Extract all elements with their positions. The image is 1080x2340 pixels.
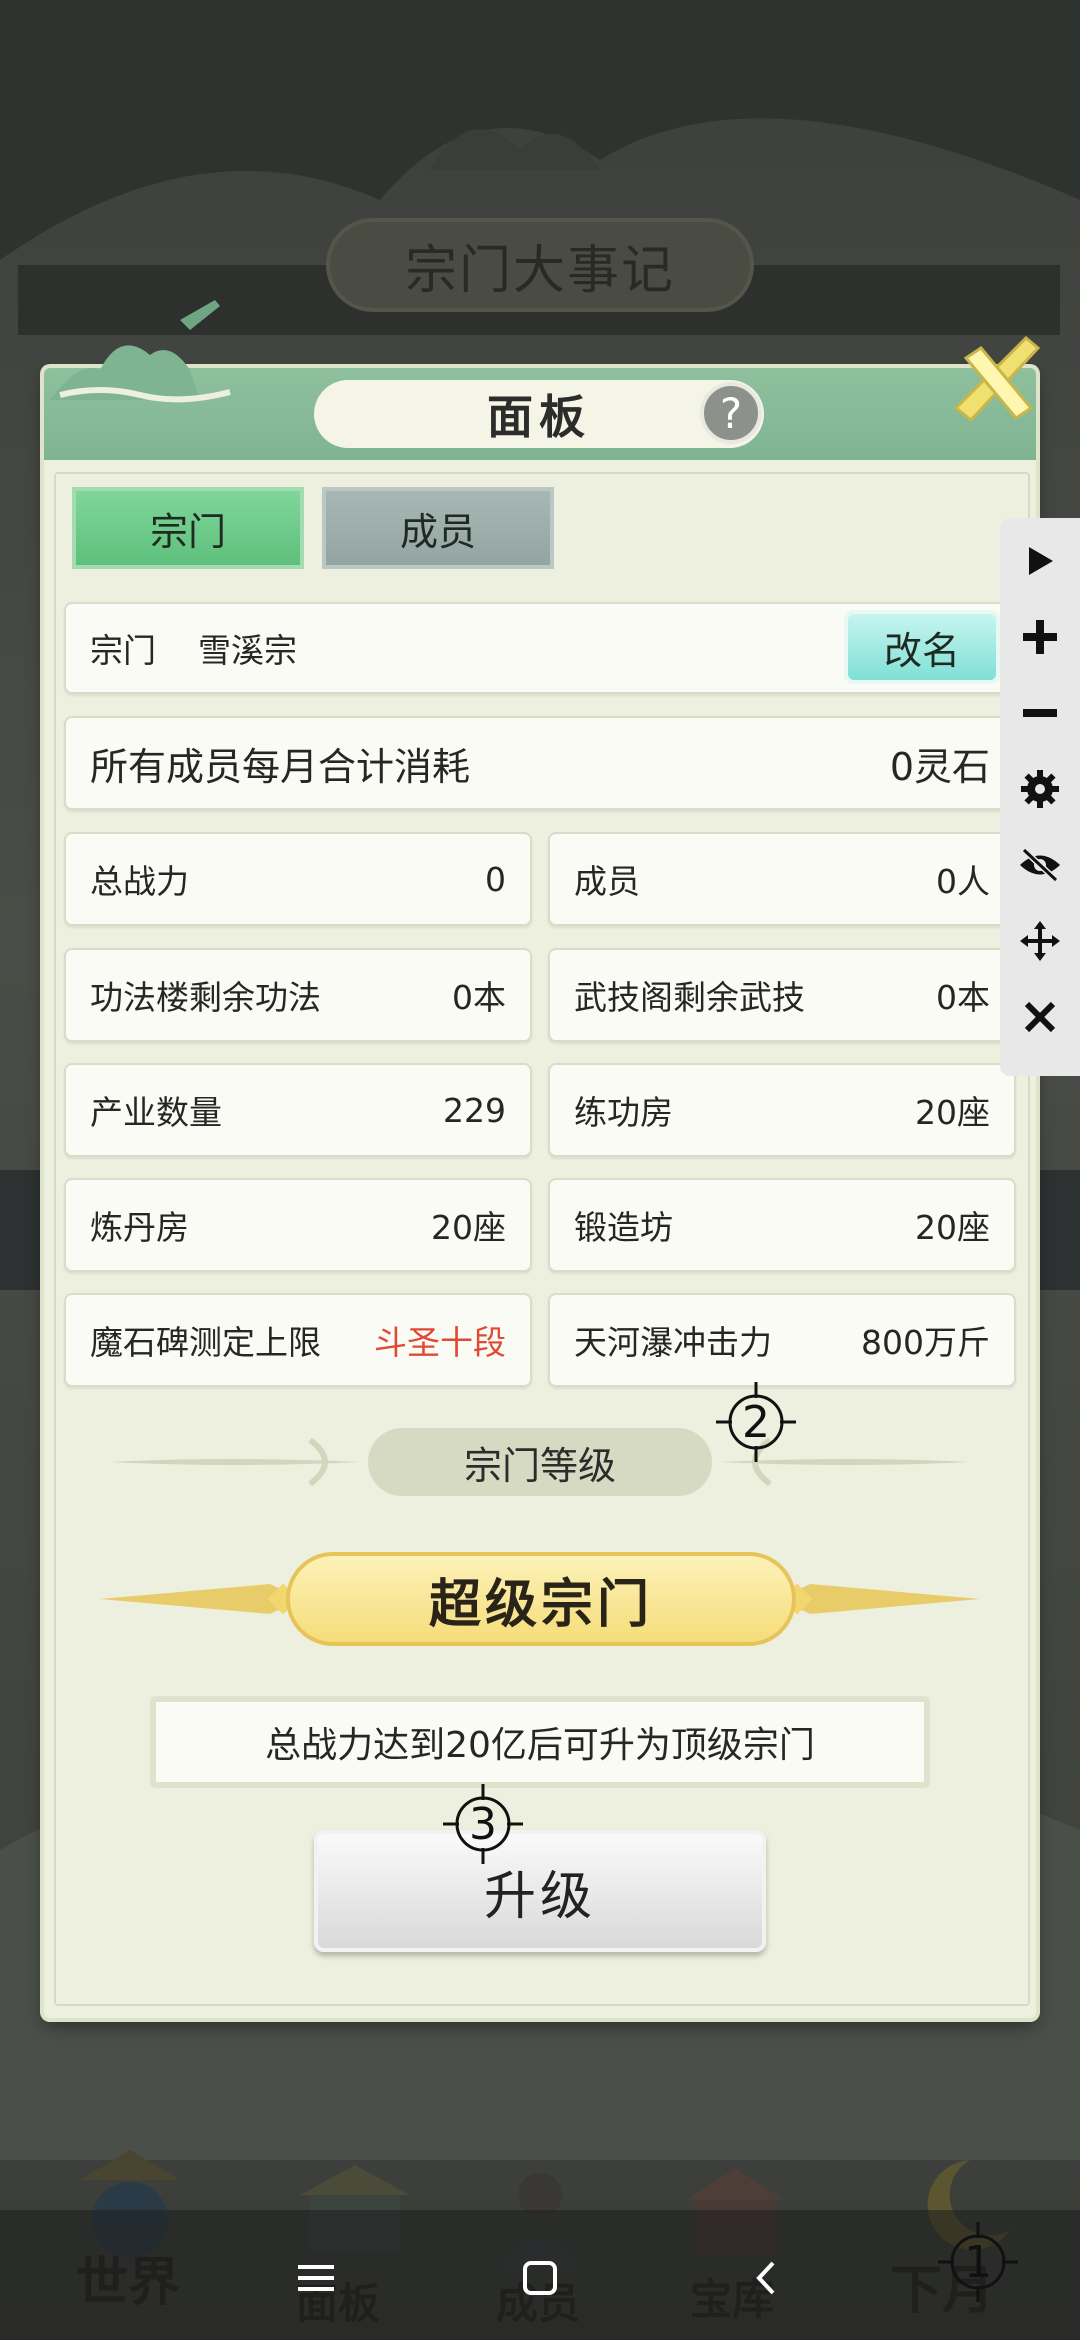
- stat-alchemy-room: 炼丹房 20座: [64, 1178, 532, 1272]
- marker-number: 3: [469, 1798, 497, 1850]
- stat-waterfall-force: 天河瀑冲击力 800万斤: [548, 1293, 1016, 1387]
- play-icon[interactable]: [1000, 526, 1080, 596]
- gear-icon[interactable]: [1000, 754, 1080, 824]
- monthly-cost-row: 所有成员每月合计消耗 0灵石: [64, 716, 1016, 810]
- stat-label: 锻造坊: [574, 1208, 673, 1247]
- tab-members[interactable]: 成员: [322, 487, 554, 569]
- marker-2: 2: [716, 1382, 796, 1462]
- stat-total-power: 总战力 0: [64, 832, 532, 926]
- stat-value: 0本: [936, 978, 990, 1017]
- marker-number: 2: [742, 1396, 770, 1448]
- stat-value: 229: [443, 1090, 506, 1130]
- background-title: 宗门大事记: [330, 222, 750, 308]
- stat-label: 产业数量: [90, 1093, 222, 1132]
- stat-value: 20座: [915, 1208, 990, 1247]
- marker-number: 1: [964, 2236, 992, 2288]
- recent-apps-icon[interactable]: [276, 2238, 356, 2318]
- tab-sect[interactable]: 宗门: [72, 487, 304, 569]
- monthly-cost-label: 所有成员每月合计消耗: [90, 744, 471, 789]
- stat-label: 魔石碑测定上限: [90, 1323, 321, 1362]
- close-icon[interactable]: [1000, 982, 1080, 1052]
- mountain-sword-ornament: [50, 300, 231, 403]
- stat-forge: 锻造坊 20座: [548, 1178, 1016, 1272]
- stat-label: 成员: [574, 862, 640, 901]
- stat-value: 800万斤: [861, 1323, 990, 1362]
- stat-value: 0: [485, 859, 506, 899]
- move-icon[interactable]: [1000, 906, 1080, 976]
- question-icon: ?: [719, 388, 743, 438]
- stat-label: 功法楼剩余功法: [90, 978, 321, 1017]
- marker-3: 3: [443, 1784, 523, 1864]
- stat-magic-stele: 魔石碑测定上限 斗圣十段: [64, 1293, 532, 1387]
- eye-off-icon[interactable]: [1000, 830, 1080, 900]
- stat-value: 斗圣十段: [374, 1323, 506, 1362]
- stat-training-room: 练功房 20座: [548, 1063, 1016, 1157]
- section-sect-level: 宗门等级: [368, 1428, 712, 1496]
- upgrade-hint: 总战力达到20亿后可升为顶级宗门: [150, 1696, 930, 1788]
- stat-martial-pavilion: 武技阁剩余武技 0本: [548, 948, 1016, 1042]
- floating-toolbar: [1000, 518, 1080, 1076]
- close-panel-button[interactable]: [946, 328, 1046, 428]
- upgrade-button[interactable]: 升级: [314, 1830, 766, 1952]
- sect-name-value: 雪溪宗: [198, 631, 297, 670]
- back-icon[interactable]: [726, 2238, 806, 2318]
- monthly-cost-value: 0灵石: [889, 744, 990, 789]
- marker-1: 1: [938, 2222, 1018, 2302]
- rename-button[interactable]: 改名: [844, 610, 1000, 684]
- home-icon[interactable]: [500, 2238, 580, 2318]
- stat-label: 武技阁剩余武技: [574, 978, 805, 1017]
- stat-value: 0人: [936, 862, 990, 901]
- stat-value: 0本: [452, 978, 506, 1017]
- plus-icon[interactable]: [1000, 602, 1080, 672]
- stat-members: 成员 0人: [548, 832, 1016, 926]
- stat-value: 20座: [915, 1093, 990, 1132]
- stat-label: 练功房: [574, 1093, 673, 1132]
- stat-label: 炼丹房: [90, 1208, 189, 1247]
- help-button[interactable]: ?: [700, 382, 762, 444]
- stat-label: 天河瀑冲击力: [574, 1323, 772, 1362]
- stat-value: 20座: [431, 1208, 506, 1247]
- stat-industry-count: 产业数量 229: [64, 1063, 532, 1157]
- stat-skill-library: 功法楼剩余功法 0本: [64, 948, 532, 1042]
- stat-label: 总战力: [90, 862, 189, 901]
- panel-title: 面板: [314, 380, 764, 448]
- minus-icon[interactable]: [1000, 678, 1080, 748]
- sect-label: 宗门: [90, 631, 156, 670]
- sect-rank-banner: 超级宗门: [286, 1552, 796, 1646]
